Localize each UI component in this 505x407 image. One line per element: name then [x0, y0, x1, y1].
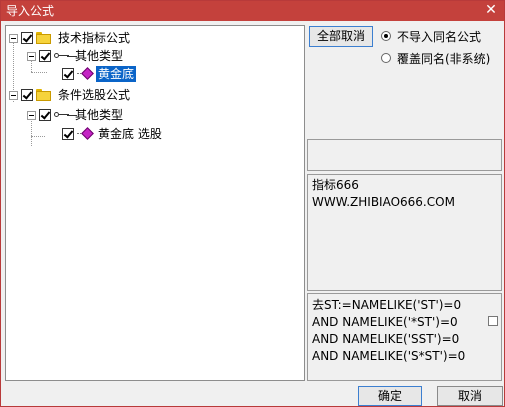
key-icon	[54, 110, 70, 120]
dialog-title: 导入公式	[6, 4, 55, 18]
tree-category-checkbox[interactable]	[39, 50, 51, 62]
option-skip-duplicates[interactable]: 不导入同名公式	[381, 28, 481, 44]
tree-line	[31, 72, 47, 73]
ok-button[interactable]: 确定	[358, 386, 422, 406]
tree-item-huangjindi-xuangu[interactable]: 黄金底 选股	[62, 125, 164, 143]
description-panel: 指标666 WWW.ZHIBIAO666.COM	[307, 174, 502, 291]
radio-overwrite-duplicates[interactable]	[381, 53, 391, 63]
tree-item-label: 黄金底	[96, 66, 137, 82]
tree-item-label: 黄金底 选股	[98, 127, 162, 141]
tree-item-huangjindi[interactable]: 黄金底	[62, 65, 137, 83]
tree-category-label: 其他类型	[75, 108, 124, 122]
option-label: 不导入同名公式	[397, 29, 482, 44]
tree-category-label: 其他类型	[75, 49, 124, 63]
condition-line: AND NAMELIKE('S*ST')=0	[312, 349, 466, 363]
close-icon[interactable]: ✕	[483, 2, 499, 18]
key-icon	[54, 51, 70, 61]
info-panel-empty	[307, 139, 502, 171]
collapse-icon[interactable]	[27, 110, 36, 120]
tree-group-label: 技术指标公式	[58, 31, 131, 45]
description-line: WWW.ZHIBIAO666.COM	[312, 195, 455, 209]
description-line: 指标666	[312, 178, 359, 192]
collapse-icon[interactable]	[9, 90, 18, 100]
condition-checkbox[interactable]	[488, 316, 498, 326]
dialog-body: 技术指标公式 其他类型 黄金底 条件选股公式 其他类型 黄金底 选股 全部取消 …	[1, 21, 504, 406]
condition-panel: 去ST:=NAMELIKE('ST')=0 AND NAMELIKE('*ST'…	[307, 293, 502, 381]
tree-category-other[interactable]: 其他类型	[27, 106, 125, 124]
cancel-button[interactable]: 取消	[437, 386, 503, 406]
tree-group-technical[interactable]: 技术指标公式	[9, 29, 132, 47]
folder-icon	[36, 32, 51, 44]
option-label: 覆盖同名(非系统)	[397, 51, 491, 66]
tree-group-checkbox[interactable]	[21, 32, 33, 44]
option-overwrite-duplicates[interactable]: 覆盖同名(非系统)	[381, 50, 490, 66]
folder-icon	[36, 89, 51, 101]
tree-category-checkbox[interactable]	[39, 109, 51, 121]
deselect-all-button[interactable]: 全部取消	[309, 26, 373, 47]
collapse-icon[interactable]	[27, 51, 36, 61]
tree-group-checkbox[interactable]	[21, 89, 33, 101]
import-formula-dialog: 导入公式 ✕ 技术指标公式 其他类型 黄金底 条件选股公式 其他类型 黄金底 选…	[0, 0, 505, 407]
tree-category-other[interactable]: 其他类型	[27, 47, 125, 65]
condition-line: AND NAMELIKE('*ST')=0	[312, 315, 458, 329]
collapse-icon[interactable]	[9, 33, 18, 43]
tree-group-screening[interactable]: 条件选股公式	[9, 86, 132, 104]
tree-group-label: 条件选股公式	[58, 88, 131, 102]
tree-line	[31, 136, 45, 137]
formula-tree[interactable]: 技术指标公式 其他类型 黄金底 条件选股公式 其他类型 黄金底 选股	[5, 25, 305, 381]
formula-icon	[77, 128, 93, 140]
radio-skip-duplicates[interactable]	[381, 31, 391, 41]
tree-item-checkbox[interactable]	[62, 68, 74, 80]
formula-icon	[77, 68, 93, 80]
condition-line: 去ST:=NAMELIKE('ST')=0	[312, 298, 462, 312]
title-bar: 导入公式 ✕	[1, 1, 504, 21]
condition-line: AND NAMELIKE('SST')=0	[312, 332, 460, 346]
tree-item-checkbox[interactable]	[62, 128, 74, 140]
